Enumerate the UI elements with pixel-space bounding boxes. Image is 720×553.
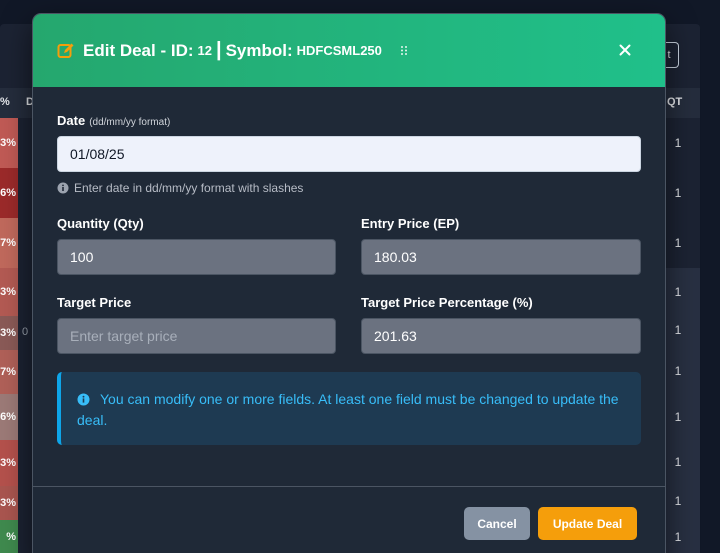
entry-price-label: Entry Price (EP) [361,216,460,231]
bg-qty-cell: 1 [674,136,682,150]
bg-qty-cell: 1 [674,364,682,378]
edit-deal-modal: Edit Deal - ID: 12 | Symbol: HDFCSML250 … [33,14,665,553]
bg-percent-cell: 6% [0,394,18,440]
bg-percent-cell: 3% [0,440,18,486]
bg-qty-cell: 1 [674,236,682,250]
target-price-label: Target Price [57,295,132,310]
edit-icon [57,42,75,60]
bg-percent-cell: 3% [0,118,18,168]
target-pct-label: Target Price Percentage (%) [361,295,533,310]
quantity-label: Quantity (Qty) [57,216,144,231]
alert-text: You can modify one or more fields. At le… [77,391,619,428]
date-help: Enter date in dd/mm/yy format with slash… [57,181,303,195]
symbol-value: HDFCSML250 [296,43,382,58]
info-icon [57,182,69,194]
footer-divider [33,486,665,487]
bg-qty-cell: 1 [674,285,682,299]
bg-percent-cell: 3% [0,316,18,350]
bg-qty-cell: 1 [674,186,682,200]
bg-percent-cell: 7% [0,218,18,268]
bg-qty-cell: 1 [674,410,682,424]
info-icon [77,393,90,406]
date-input[interactable] [57,136,641,172]
bg-percent-cell: 3% [0,486,18,520]
quantity-input[interactable] [57,239,336,275]
bg-percent-cell: 6% [0,168,18,218]
date-label: Date (dd/mm/yy format) [57,113,170,128]
bg-percent-cell: 3% [0,268,18,316]
bg-qty-cell: 1 [674,455,682,469]
cancel-button[interactable]: Cancel [464,507,530,540]
date-label-text: Date [57,113,86,128]
bg-qty-cell: 1 [674,530,682,544]
deal-id: 12 [197,43,212,58]
update-deal-button[interactable]: Update Deal [538,507,637,540]
bg-header-pct: % [0,96,10,108]
modal-header: Edit Deal - ID: 12 | Symbol: HDFCSML250 [33,14,665,87]
date-help-text: Enter date in dd/mm/yy format with slash… [74,181,304,195]
date-format-hint: (dd/mm/yy format) [89,117,171,128]
bg-percent-cell: 7% [0,350,18,394]
close-icon[interactable] [617,42,633,58]
bg-header-qty: QT [667,96,683,108]
bg-qty-cell: 1 [674,323,682,337]
title-separator: | [215,39,222,61]
modal-title-prefix: Edit Deal - ID: [83,40,194,60]
drag-handle-icon[interactable] [400,45,408,56]
target-pct-input[interactable] [361,318,641,354]
info-alert: You can modify one or more fields. At le… [57,372,641,445]
bg-percent-cell: % [0,520,18,553]
symbol-label: Symbol: [225,40,293,60]
bg-side-text: 0 [22,326,29,338]
bg-qty-cell: 1 [674,494,682,508]
target-price-input[interactable] [57,318,336,354]
entry-price-input[interactable] [361,239,641,275]
